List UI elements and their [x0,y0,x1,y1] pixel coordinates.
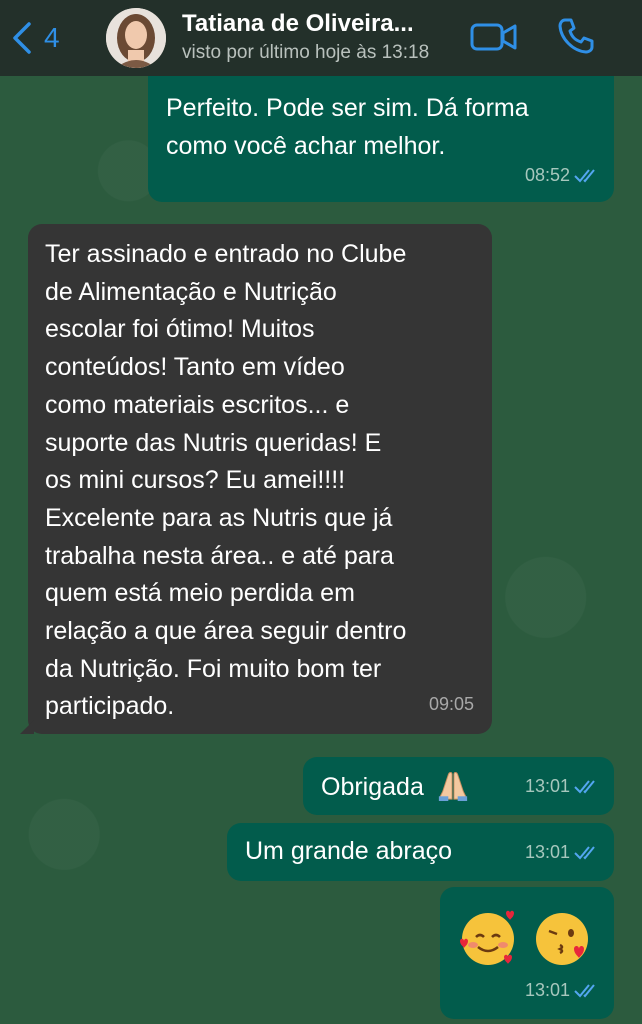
contact-name[interactable]: Tatiana de Oliveira... [182,10,414,38]
bubble-tail [20,720,34,734]
back-button[interactable]: 4 [10,18,60,58]
message-meta: 13:01 [525,834,600,872]
double-check-icon [574,846,595,860]
praying-hands-icon [438,772,467,801]
smiling-face-with-hearts-icon [460,910,514,965]
double-check-icon [574,169,595,183]
message-bubble-outgoing[interactable]: Obrigada 13:01 [303,757,614,815]
unread-count: 4 [44,22,60,53]
chat-header: 4 Tatiana de Oliveira... visto por últim… [0,0,642,76]
message-text: Perfeito. Pode ser sim. Dá forma como vo… [166,94,529,160]
message-bubble-outgoing[interactable]: Um grande abraço 13:01 [227,823,614,881]
message-text: Ter assinado e entrado no Clube de Alime… [45,240,407,721]
message-text: Obrigada [321,773,424,801]
message-meta: 08:52 [525,157,600,195]
message-time: 13:01 [524,979,570,1000]
message-bubble-incoming[interactable]: Ter assinado e entrado no Clube de Alime… [20,224,492,734]
message-text: Um grande abraço [245,837,453,865]
message-time: 08:52 [524,164,570,185]
message-bubble-outgoing[interactable]: Perfeito. Pode ser sim. Dá forma como vo… [148,76,614,202]
double-check-icon [574,984,595,998]
message-time: 09:05 [428,694,474,715]
message-meta: 09:05 [429,686,474,724]
message-meta: 13:01 [525,972,600,1010]
message-meta: 13:01 [525,768,600,806]
phone-icon[interactable] [556,16,596,56]
video-camera-icon[interactable] [470,20,518,54]
message-time: 13:01 [524,775,570,796]
chevron-left-icon [13,22,31,54]
message-bubble-outgoing[interactable]: 13:01 [440,887,614,1019]
double-check-icon [574,780,595,794]
message-time: 13:01 [524,841,570,862]
contact-avatar[interactable] [106,8,166,68]
last-seen-status: visto por último hoje às 13:18 [182,42,430,63]
face-blowing-a-kiss-icon [536,913,588,965]
